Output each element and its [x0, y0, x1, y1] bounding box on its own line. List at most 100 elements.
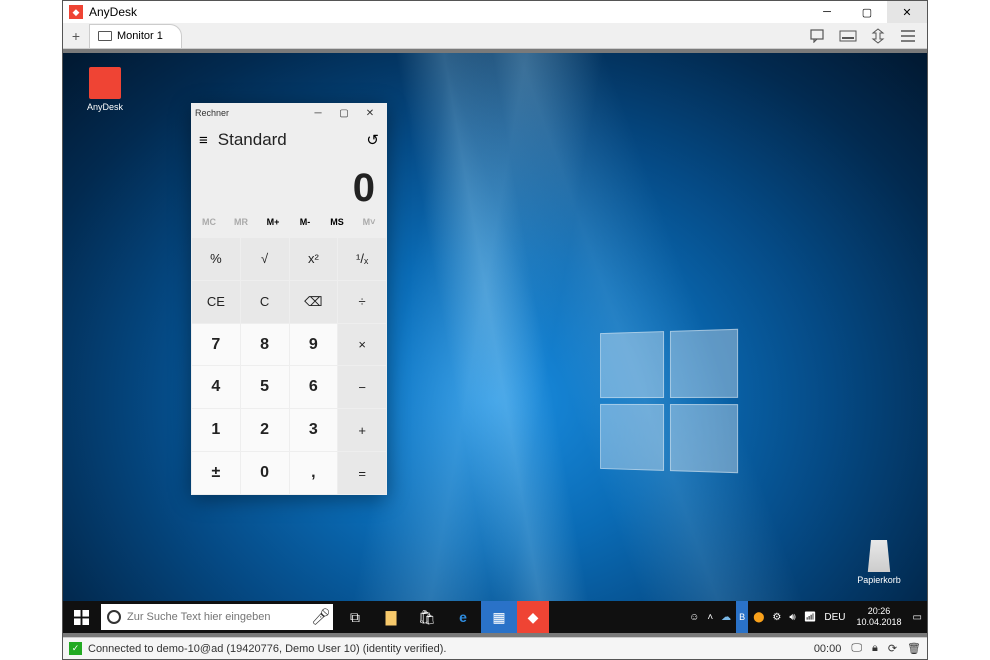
- calc-btn-mul[interactable]: ×: [338, 324, 386, 366]
- tabbar: + Monitor 1: [63, 23, 927, 49]
- session-timer: 00:00: [814, 643, 842, 655]
- search-input[interactable]: [127, 611, 309, 623]
- calc-keypad: % √ x² ¹/ₓ CE C ⌫ ÷ 7 8 9 × 4 5 6 − 1: [191, 237, 387, 495]
- calc-btn-c[interactable]: C: [241, 281, 289, 323]
- calc-btn-sqr[interactable]: x²: [290, 238, 338, 280]
- mic-icon[interactable]: 🎤︎: [309, 607, 333, 627]
- calc-btn-6[interactable]: 6: [290, 366, 338, 408]
- tray-notifications-icon[interactable]: ▭: [910, 601, 925, 633]
- recycle-bin-icon: [863, 540, 895, 572]
- tray-network-icon[interactable]: ⚙: [769, 601, 784, 633]
- status-text: Connected to demo-10@ad (19420776, Demo …: [88, 643, 446, 655]
- tray-onedrive-icon[interactable]: ☁: [718, 601, 734, 633]
- tray-volume-icon[interactable]: 🔊︎: [786, 601, 798, 633]
- anydesk-logo-icon: ◆: [69, 5, 83, 19]
- calc-btn-1[interactable]: 1: [192, 409, 240, 451]
- keyboard-icon[interactable]: [837, 27, 859, 45]
- tb-explorer-icon[interactable]: ▇: [373, 601, 409, 633]
- mem-mminus[interactable]: M-: [289, 217, 321, 237]
- calculator-window[interactable]: Rechner ─ ▢ ✕ ≡ Standard ↺ 0 MC MR M+: [191, 103, 387, 495]
- statusbar: ✓ Connected to demo-10@ad (19420776, Dem…: [63, 637, 927, 659]
- calc-memory-row: MC MR M+ M- MS M˅: [191, 217, 387, 237]
- history-icon[interactable]: ↺: [366, 131, 379, 149]
- tb-anydesk-icon[interactable]: ◆: [517, 601, 549, 633]
- actions-icon[interactable]: [867, 27, 889, 45]
- calc-btn-4[interactable]: 4: [192, 366, 240, 408]
- icon-label: AnyDesk: [87, 102, 123, 112]
- status-monitor-icon[interactable]: 🖵: [851, 642, 862, 655]
- tray-time: 20:26: [868, 606, 891, 617]
- calc-btn-neg[interactable]: ±: [192, 452, 240, 494]
- calc-titlebar[interactable]: Rechner ─ ▢ ✕: [191, 103, 387, 123]
- tray-clock[interactable]: 20:26 10.04.2018: [851, 601, 908, 633]
- tray-wifi-icon[interactable]: 📶︎: [801, 601, 820, 633]
- mem-mdrop[interactable]: M˅: [353, 217, 385, 237]
- hamburger-icon[interactable]: ≡: [199, 132, 208, 149]
- tab-label: Monitor 1: [117, 30, 163, 42]
- menu-icon[interactable]: [897, 27, 919, 45]
- monitor-icon: [98, 31, 112, 41]
- tray-people-icon[interactable]: ☺: [686, 601, 702, 633]
- app-title: AnyDesk: [89, 5, 137, 19]
- close-button[interactable]: ✕: [887, 1, 927, 23]
- calc-btn-back[interactable]: ⌫: [290, 281, 338, 323]
- start-button[interactable]: [63, 610, 99, 625]
- taskbar: 🎤︎ ⧉ ▇ 🛍︎ e ▦ ◆ ☺ ˄ ☁ B ⬤ ⚙ 🔊︎: [63, 601, 927, 633]
- calc-btn-plus[interactable]: +: [338, 409, 386, 451]
- calc-btn-3[interactable]: 3: [290, 409, 338, 451]
- windows-logo-wallpaper: [600, 329, 738, 473]
- calc-btn-2[interactable]: 2: [241, 409, 289, 451]
- calc-title: Rechner: [195, 108, 229, 118]
- verified-icon: ✓: [69, 642, 82, 655]
- calc-btn-inv[interactable]: ¹/ₓ: [338, 238, 386, 280]
- mem-mc[interactable]: MC: [193, 217, 225, 237]
- calc-btn-8[interactable]: 8: [241, 324, 289, 366]
- mem-mplus[interactable]: M+: [257, 217, 289, 237]
- calc-btn-eq[interactable]: =: [338, 452, 386, 494]
- status-sync-icon[interactable]: ⟳: [888, 642, 897, 655]
- calc-btn-minus[interactable]: −: [338, 366, 386, 408]
- anydesk-window: ◆ AnyDesk ─ ▢ ✕ + Monitor 1 AnyDesk: [62, 0, 928, 660]
- desktop-icon-anydesk[interactable]: AnyDesk: [75, 67, 135, 112]
- new-tab-button[interactable]: +: [63, 28, 89, 44]
- anydesk-app-icon: [89, 67, 121, 99]
- tray-lang[interactable]: DEU: [821, 601, 848, 633]
- status-lock-icon[interactable]: 🔒︎: [872, 642, 878, 655]
- calc-btn-sqrt[interactable]: √: [241, 238, 289, 280]
- calc-btn-5[interactable]: 5: [241, 366, 289, 408]
- icon-label: Papierkorb: [857, 575, 901, 585]
- status-trash-icon[interactable]: 🗑︎: [907, 642, 921, 655]
- mem-ms[interactable]: MS: [321, 217, 353, 237]
- desktop-icon-papierkorb[interactable]: Papierkorb: [849, 540, 909, 585]
- remote-desktop[interactable]: AnyDesk Papierkorb Rechner ─ ▢ ✕ ≡ Stan: [63, 53, 927, 633]
- minimize-button[interactable]: ─: [807, 1, 847, 23]
- calc-maximize-button[interactable]: ▢: [331, 108, 357, 119]
- calc-minimize-button[interactable]: ─: [305, 108, 331, 119]
- calc-display: 0: [191, 157, 387, 217]
- tray-up-icon[interactable]: ˄: [704, 601, 716, 633]
- tray-security-icon[interactable]: ⬤: [750, 601, 767, 633]
- tray-date: 10.04.2018: [857, 617, 902, 628]
- chat-icon[interactable]: [807, 27, 829, 45]
- calc-btn-ce[interactable]: CE: [192, 281, 240, 323]
- calc-btn-comma[interactable]: ,: [290, 452, 338, 494]
- tray-bluetooth-icon[interactable]: B: [736, 601, 748, 633]
- remote-viewport: AnyDesk Papierkorb Rechner ─ ▢ ✕ ≡ Stan: [63, 49, 927, 637]
- calc-close-button[interactable]: ✕: [357, 108, 383, 119]
- calc-btn-0[interactable]: 0: [241, 452, 289, 494]
- maximize-button[interactable]: ▢: [847, 1, 887, 23]
- search-box[interactable]: 🎤︎: [101, 604, 333, 630]
- calc-btn-div[interactable]: ÷: [338, 281, 386, 323]
- calc-btn-percent[interactable]: %: [192, 238, 240, 280]
- titlebar[interactable]: ◆ AnyDesk ─ ▢ ✕: [63, 1, 927, 23]
- tb-calculator-icon[interactable]: ▦: [481, 601, 517, 633]
- calc-btn-9[interactable]: 9: [290, 324, 338, 366]
- tb-store-icon[interactable]: 🛍︎: [409, 601, 445, 633]
- tb-edge-icon[interactable]: e: [445, 601, 481, 633]
- tab-monitor-1[interactable]: Monitor 1: [89, 24, 182, 48]
- calc-mode-label: Standard: [218, 130, 287, 150]
- calc-btn-7[interactable]: 7: [192, 324, 240, 366]
- cortana-icon[interactable]: [101, 604, 127, 630]
- mem-mr[interactable]: MR: [225, 217, 257, 237]
- task-view-icon[interactable]: ⧉: [337, 601, 373, 633]
